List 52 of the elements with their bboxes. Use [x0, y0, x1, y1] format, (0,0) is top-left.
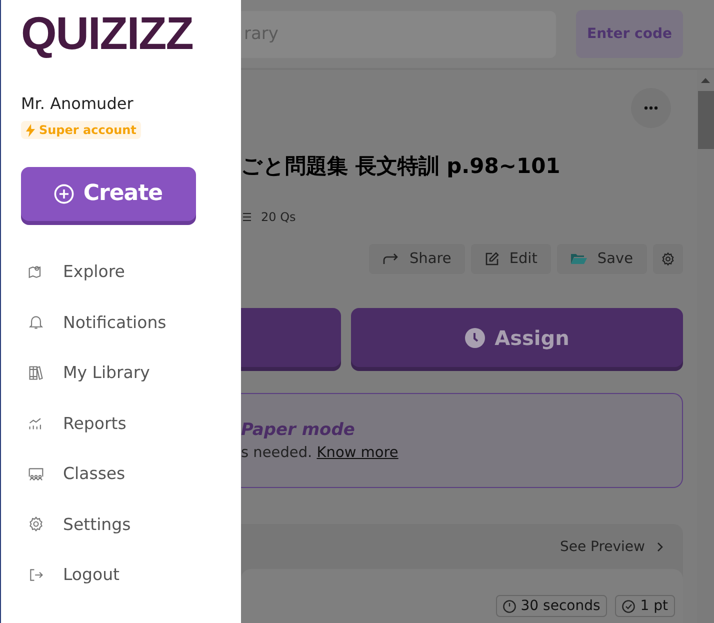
see-preview-link[interactable]: See Preview	[560, 538, 663, 554]
bell-icon	[28, 314, 44, 330]
nav-label: Settings	[63, 514, 131, 534]
nav-item[interactable]: Logout	[21, 550, 120, 600]
action-button[interactable]: Share	[369, 244, 466, 274]
nav-item[interactable]: Classes	[21, 448, 126, 499]
classroom-icon	[28, 466, 44, 482]
nav-label: Logout	[63, 565, 120, 584]
nav-label: Explore	[63, 262, 125, 282]
scrollbar-thumb[interactable]	[698, 91, 714, 149]
create-button[interactable]: Create	[21, 166, 196, 220]
banner-heading: Paper mode	[241, 420, 355, 440]
action-button[interactable]: Save	[557, 244, 647, 274]
badge-label: Super account	[39, 123, 136, 137]
more-button[interactable]	[631, 88, 671, 128]
chip-label: 1 pt	[640, 598, 668, 614]
nav-label: Reports	[63, 414, 126, 433]
settings-icon	[28, 516, 44, 532]
settings-button[interactable]	[653, 244, 683, 274]
user-name: Mr. Anomuder	[21, 94, 134, 113]
action-button[interactable]: Edit	[471, 244, 552, 274]
nav-item[interactable]: Reports	[21, 398, 126, 448]
quiz-title: ごと問題集 長文特訓 p.98~101	[241, 153, 562, 180]
question-count: 20 Qs	[261, 210, 296, 224]
more-icon	[644, 106, 658, 110]
nav-label: Notifications	[63, 312, 166, 332]
settings-icon	[661, 252, 675, 266]
nav-item[interactable]: My Library	[21, 348, 150, 398]
banner-text: s needed.	[241, 445, 312, 461]
nav-item[interactable]: Notifications	[21, 297, 166, 348]
edit-icon	[485, 252, 500, 266]
nav-item[interactable]: Explore	[21, 246, 125, 297]
assign-button[interactable]: Assign	[351, 308, 683, 367]
bolt-icon	[26, 124, 35, 136]
list-icon	[241, 212, 251, 222]
nav-label: Classes	[63, 464, 126, 484]
share-icon	[383, 253, 400, 265]
nav-item[interactable]: Settings	[21, 499, 131, 550]
clock-icon	[464, 328, 485, 348]
folder-icon	[571, 253, 588, 265]
start-button[interactable]	[241, 308, 341, 367]
books-icon	[28, 364, 44, 381]
scroll-up-icon	[701, 78, 710, 83]
check-icon	[622, 600, 636, 612]
know-more-link[interactable]: Know more	[316, 445, 398, 461]
logout-icon	[28, 566, 44, 583]
nav-label: My Library	[63, 363, 150, 382]
chip-label: 30 seconds	[520, 598, 600, 614]
clock-icon	[502, 600, 516, 612]
chevron-icon	[657, 542, 663, 552]
logo[interactable]: QUIZIZZ	[21, 6, 193, 60]
plus-icon	[54, 184, 74, 204]
